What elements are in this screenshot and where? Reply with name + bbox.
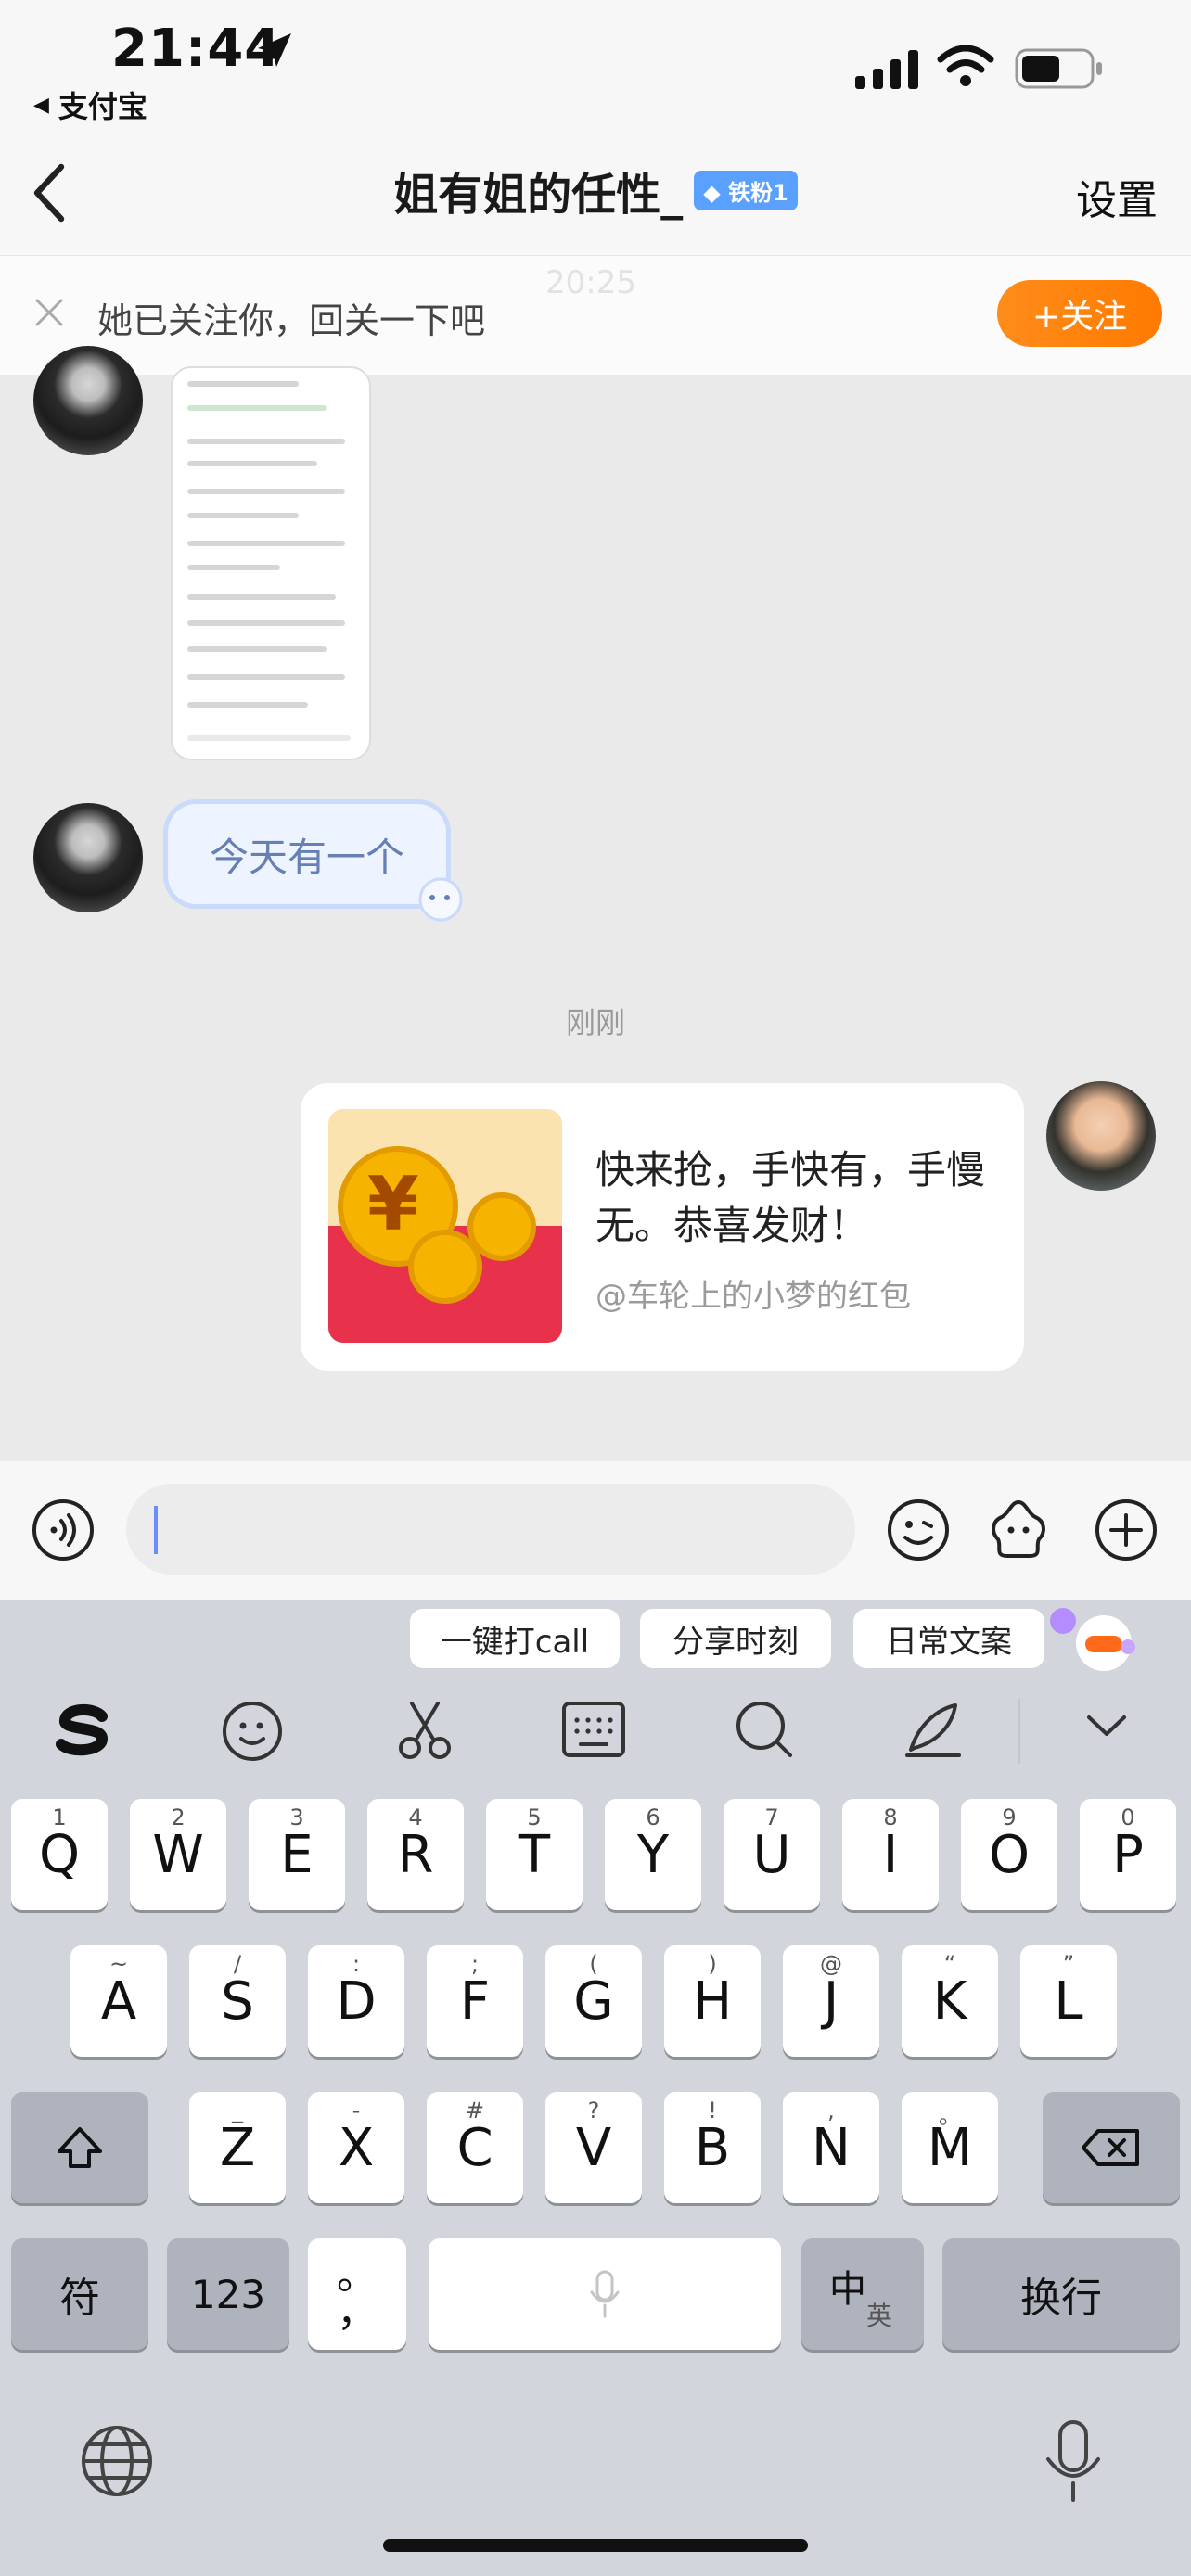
delete-key[interactable]: [1043, 2092, 1180, 2203]
key-q[interactable]: 1Q: [11, 1799, 108, 1910]
symbol-key[interactable]: 符: [11, 2238, 148, 2350]
key-l[interactable]: ” L: [1020, 1945, 1117, 2057]
suggestion-chip[interactable]: 分享时刻: [640, 1609, 831, 1668]
shift-arrow-icon: [58, 2127, 102, 2168]
plus-icon[interactable]: [1093, 1497, 1159, 1563]
key-o[interactable]: 9O: [961, 1799, 1057, 1910]
key-s[interactable]: / S: [189, 1945, 286, 2057]
voice-input-icon[interactable]: [30, 1497, 96, 1563]
key-y[interactable]: 6Y: [605, 1799, 701, 1910]
avatar[interactable]: [1046, 1081, 1156, 1191]
key-z[interactable]: _ Z: [189, 2092, 286, 2203]
chevron-down-icon[interactable]: [1083, 1710, 1130, 1741]
key-i[interactable]: 8I: [842, 1799, 939, 1910]
settings-button[interactable]: 设置: [1076, 167, 1158, 226]
message-input[interactable]: [126, 1484, 855, 1575]
fan-badge: ◆ 铁粉1: [694, 170, 798, 210]
timestamp: 刚刚: [565, 1005, 625, 1040]
scissors-icon[interactable]: [390, 1694, 460, 1765]
key-k[interactable]: “K: [902, 1945, 998, 2057]
key-g[interactable]: (G: [545, 1945, 642, 2057]
suggestion-chip[interactable]: 一键打call: [410, 1609, 620, 1668]
mascot-icon[interactable]: [1046, 1602, 1135, 1677]
red-packet-envelope-icon: ¥: [328, 1109, 562, 1343]
wifi-icon: [937, 45, 994, 86]
sticker-icon[interactable]: [985, 1497, 1052, 1563]
suggestion-chip[interactable]: 日常文案: [853, 1609, 1044, 1668]
avatar[interactable]: [33, 803, 143, 912]
red-packet-sender: @车轮上的小梦的红包: [596, 1278, 911, 1315]
nav-title-group: 姐有姐的任性_ ◆ 铁粉1: [0, 158, 1191, 223]
faded-timestamp: 20:25: [545, 264, 636, 301]
globe-icon[interactable]: [78, 2422, 156, 2500]
key-a[interactable]: ~ A: [70, 1945, 167, 2057]
key-r[interactable]: 4R: [367, 1799, 464, 1910]
key-v[interactable]: ? V: [545, 2092, 642, 2203]
shift-key[interactable]: [11, 2092, 148, 2203]
red-packet-title: 快来抢，手快有，手慢无。恭喜发财！: [596, 1147, 986, 1248]
key-t[interactable]: 5T: [486, 1799, 583, 1910]
punctuation-key[interactable]: 。，: [308, 2238, 406, 2350]
back-to-app[interactable]: ◀ 支付宝: [33, 83, 147, 126]
numbers-key[interactable]: 123: [167, 2238, 289, 2350]
key-u[interactable]: 7U: [724, 1799, 820, 1910]
chat-title: 姐有姐的任性_: [393, 169, 684, 221]
enter-key[interactable]: 换行: [942, 2238, 1180, 2350]
language-switch-key[interactable]: 中 英: [801, 2238, 924, 2350]
key-c[interactable]: # C: [427, 2092, 523, 2203]
toolbar-divider: [1018, 1699, 1020, 1764]
emoji-plus-icon[interactable]: [219, 1694, 289, 1765]
key-d[interactable]: :D: [308, 1945, 404, 2057]
close-icon[interactable]: [33, 297, 65, 328]
search-icon[interactable]: [729, 1694, 800, 1765]
home-indicator: [383, 2539, 808, 2552]
mic-small-icon: [590, 2270, 620, 2318]
text-cursor: [154, 1506, 158, 1554]
battery-icon: [1015, 48, 1102, 89]
key-m[interactable]: 。 M: [902, 2092, 998, 2203]
location-arrow-icon: [258, 33, 291, 67]
key-j[interactable]: @ J: [783, 1945, 879, 2057]
follow-button[interactable]: +关注: [997, 280, 1162, 347]
image-message[interactable]: [171, 366, 371, 760]
follow-prompt-text: 她已关注你，回关一下吧: [97, 300, 486, 341]
avatar[interactable]: [33, 346, 143, 455]
back-triangle-icon: ◀: [33, 93, 49, 117]
key-w[interactable]: 2W: [130, 1799, 226, 1910]
handwriting-pen-icon[interactable]: [898, 1694, 968, 1765]
backspace-icon: [1082, 2129, 1139, 2166]
key-b[interactable]: ! B: [664, 2092, 761, 2203]
back-app-label: 支付宝: [58, 89, 147, 124]
keyboard-icon[interactable]: [558, 1694, 629, 1765]
cloud-sticker-icon: [418, 877, 463, 922]
emoji-icon[interactable]: [885, 1497, 952, 1563]
key-p[interactable]: 0P: [1080, 1799, 1176, 1910]
key-h[interactable]: ) H: [664, 1945, 761, 2057]
space-key[interactable]: [429, 2238, 781, 2350]
key-n[interactable]: ,N: [783, 2092, 879, 2203]
key-x[interactable]: -X: [308, 2092, 404, 2203]
key-f[interactable]: ; F: [427, 1945, 523, 2057]
microphone-icon[interactable]: [1041, 2418, 1106, 2504]
sogou-logo-icon[interactable]: [48, 1694, 119, 1765]
signal-icon: [855, 50, 918, 89]
key-e[interactable]: 3E: [249, 1799, 345, 1910]
fan-badge-label: 铁粉1: [728, 179, 788, 206]
